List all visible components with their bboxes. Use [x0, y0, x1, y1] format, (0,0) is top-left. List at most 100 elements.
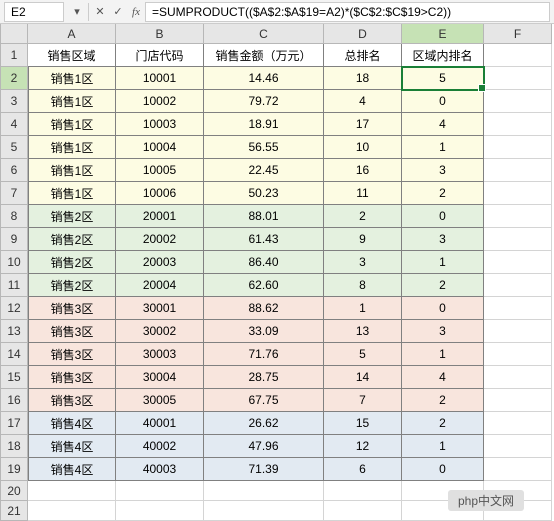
- dropdown-icon[interactable]: ▾: [68, 2, 86, 22]
- cell-D5[interactable]: 10: [324, 136, 402, 159]
- row-header[interactable]: 19: [0, 458, 28, 481]
- col-header-D[interactable]: D: [324, 24, 402, 44]
- row-header[interactable]: 6: [0, 159, 28, 182]
- cell-C11[interactable]: 62.60: [204, 274, 324, 297]
- cell-D2[interactable]: 18: [324, 67, 402, 90]
- cell-B19[interactable]: 40003: [116, 458, 204, 481]
- cell-A10[interactable]: 销售2区: [28, 251, 116, 274]
- empty-cell[interactable]: [28, 501, 116, 521]
- row-header[interactable]: 12: [0, 297, 28, 320]
- cell-B15[interactable]: 30004: [116, 366, 204, 389]
- cell-E19[interactable]: 0: [402, 458, 484, 481]
- cell-A19[interactable]: 销售4区: [28, 458, 116, 481]
- empty-cell[interactable]: [204, 501, 324, 521]
- cell-A9[interactable]: 销售2区: [28, 228, 116, 251]
- empty-cell[interactable]: [484, 159, 552, 182]
- cell-E4[interactable]: 4: [402, 113, 484, 136]
- row-header[interactable]: 20: [0, 481, 28, 501]
- cell-B7[interactable]: 10006: [116, 182, 204, 205]
- cell-D14[interactable]: 5: [324, 343, 402, 366]
- cell-A5[interactable]: 销售1区: [28, 136, 116, 159]
- empty-cell[interactable]: [484, 389, 552, 412]
- cell-E9[interactable]: 3: [402, 228, 484, 251]
- header-cell[interactable]: 区域内排名: [402, 44, 484, 67]
- header-cell[interactable]: 门店代码: [116, 44, 204, 67]
- cell-D19[interactable]: 6: [324, 458, 402, 481]
- formula-input[interactable]: =SUMPRODUCT(($A$2:$A$19=A2)*($C$2:$C$19>…: [145, 2, 550, 22]
- cell-C15[interactable]: 28.75: [204, 366, 324, 389]
- cell-D15[interactable]: 14: [324, 366, 402, 389]
- row-header[interactable]: 18: [0, 435, 28, 458]
- cell-A7[interactable]: 销售1区: [28, 182, 116, 205]
- empty-cell[interactable]: [116, 501, 204, 521]
- cell-B5[interactable]: 10004: [116, 136, 204, 159]
- cell-D16[interactable]: 7: [324, 389, 402, 412]
- cell-C6[interactable]: 22.45: [204, 159, 324, 182]
- cell-B2[interactable]: 10001: [116, 67, 204, 90]
- row-header[interactable]: 5: [0, 136, 28, 159]
- cell-C18[interactable]: 47.96: [204, 435, 324, 458]
- header-cell[interactable]: 销售金额（万元）: [204, 44, 324, 67]
- empty-cell[interactable]: [324, 481, 402, 501]
- cell-D4[interactable]: 17: [324, 113, 402, 136]
- cell-A6[interactable]: 销售1区: [28, 159, 116, 182]
- cell-B12[interactable]: 30001: [116, 297, 204, 320]
- cell-B11[interactable]: 20004: [116, 274, 204, 297]
- row-header[interactable]: 3: [0, 90, 28, 113]
- cell-E11[interactable]: 2: [402, 274, 484, 297]
- cell-D18[interactable]: 12: [324, 435, 402, 458]
- col-header-F[interactable]: F: [484, 24, 552, 44]
- row-header[interactable]: 14: [0, 343, 28, 366]
- empty-cell[interactable]: [484, 251, 552, 274]
- empty-cell[interactable]: [484, 182, 552, 205]
- cell-E6[interactable]: 3: [402, 159, 484, 182]
- cell-E13[interactable]: 3: [402, 320, 484, 343]
- cell-B16[interactable]: 30005: [116, 389, 204, 412]
- cell-C13[interactable]: 33.09: [204, 320, 324, 343]
- row-header[interactable]: 16: [0, 389, 28, 412]
- cell-A17[interactable]: 销售4区: [28, 412, 116, 435]
- cell-D6[interactable]: 16: [324, 159, 402, 182]
- empty-cell[interactable]: [484, 205, 552, 228]
- cell-E2[interactable]: 5: [402, 67, 484, 90]
- empty-cell[interactable]: [484, 297, 552, 320]
- cell-C12[interactable]: 88.62: [204, 297, 324, 320]
- cell-B4[interactable]: 10003: [116, 113, 204, 136]
- cell-D7[interactable]: 11: [324, 182, 402, 205]
- cell-A3[interactable]: 销售1区: [28, 90, 116, 113]
- enter-icon[interactable]: ✓: [109, 2, 127, 22]
- cell-A11[interactable]: 销售2区: [28, 274, 116, 297]
- cell-E3[interactable]: 0: [402, 90, 484, 113]
- empty-cell[interactable]: [204, 481, 324, 501]
- empty-cell[interactable]: [484, 44, 552, 67]
- empty-cell[interactable]: [484, 435, 552, 458]
- cell-E14[interactable]: 1: [402, 343, 484, 366]
- cell-E17[interactable]: 2: [402, 412, 484, 435]
- empty-cell[interactable]: [484, 458, 552, 481]
- cell-E5[interactable]: 1: [402, 136, 484, 159]
- row-header[interactable]: 21: [0, 501, 28, 521]
- cell-A16[interactable]: 销售3区: [28, 389, 116, 412]
- empty-cell[interactable]: [484, 136, 552, 159]
- cell-C3[interactable]: 79.72: [204, 90, 324, 113]
- col-header-C[interactable]: C: [204, 24, 324, 44]
- cell-C16[interactable]: 67.75: [204, 389, 324, 412]
- cell-B10[interactable]: 20003: [116, 251, 204, 274]
- name-box[interactable]: E2: [4, 2, 64, 22]
- cell-C14[interactable]: 71.76: [204, 343, 324, 366]
- cell-E15[interactable]: 4: [402, 366, 484, 389]
- col-header-A[interactable]: A: [28, 24, 116, 44]
- cell-D10[interactable]: 3: [324, 251, 402, 274]
- empty-cell[interactable]: [484, 113, 552, 136]
- empty-cell[interactable]: [28, 481, 116, 501]
- row-header[interactable]: 7: [0, 182, 28, 205]
- row-header[interactable]: 13: [0, 320, 28, 343]
- cell-A8[interactable]: 销售2区: [28, 205, 116, 228]
- cell-D12[interactable]: 1: [324, 297, 402, 320]
- cell-A15[interactable]: 销售3区: [28, 366, 116, 389]
- fx-icon[interactable]: fx: [127, 2, 145, 22]
- cell-C8[interactable]: 88.01: [204, 205, 324, 228]
- empty-cell[interactable]: [484, 343, 552, 366]
- cell-E18[interactable]: 1: [402, 435, 484, 458]
- row-header[interactable]: 17: [0, 412, 28, 435]
